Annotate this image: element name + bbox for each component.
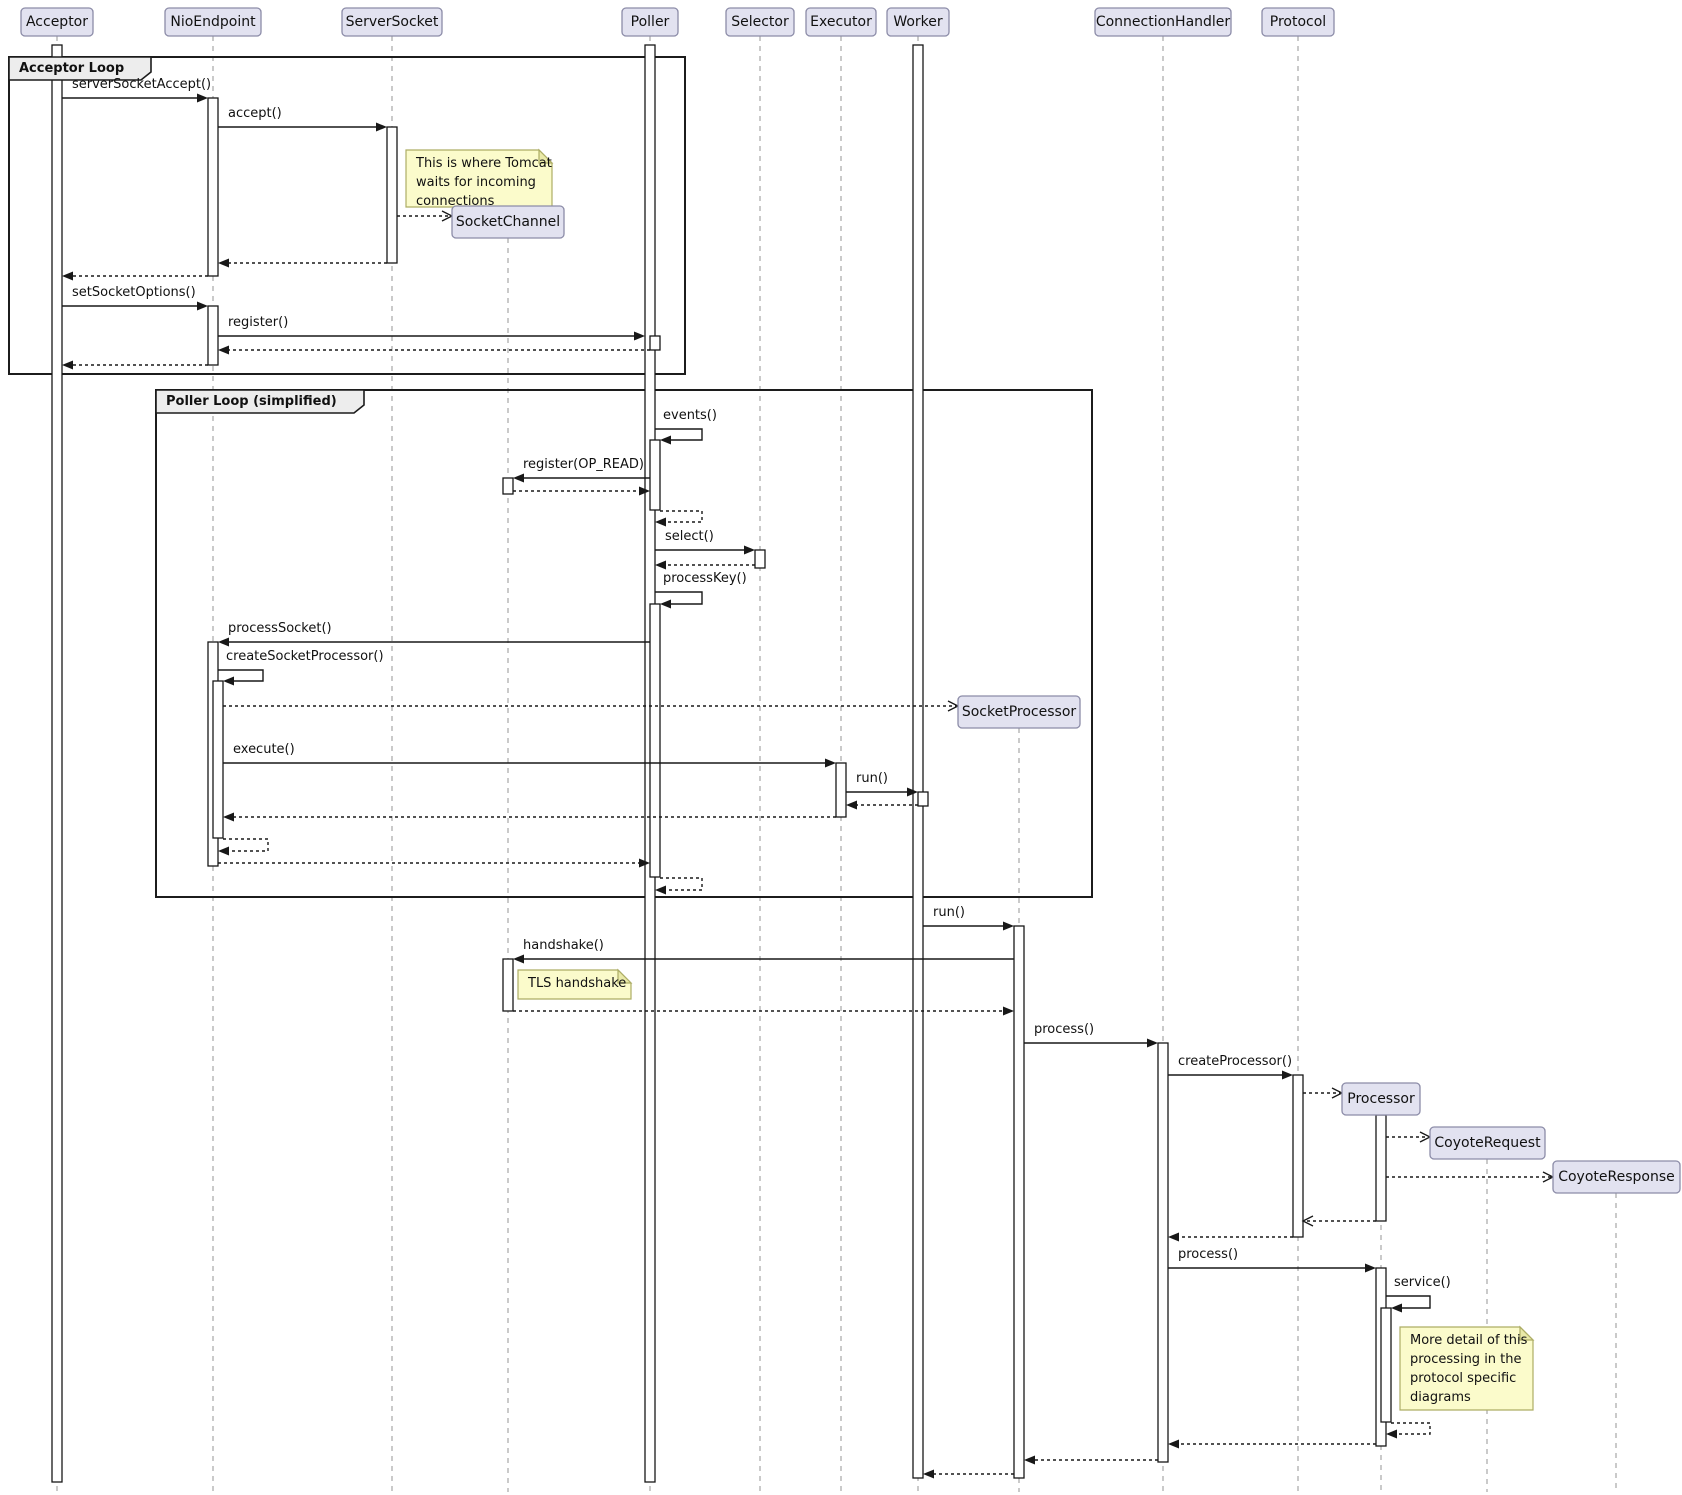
- participant-box: [1095, 8, 1231, 36]
- message-line-self: [218, 670, 263, 681]
- arrowhead: [376, 123, 387, 132]
- arrowhead: [218, 259, 229, 268]
- message-line-self: [660, 878, 702, 890]
- activation-bar: [650, 440, 660, 510]
- arrowhead: [660, 600, 671, 609]
- arrowhead: [1391, 1304, 1402, 1313]
- arrowhead: [223, 677, 234, 686]
- arrowhead: [1024, 1456, 1035, 1465]
- note-box: [406, 150, 552, 207]
- arrowhead: [660, 436, 671, 445]
- created-object-box: [1342, 1083, 1420, 1115]
- activation-bar: [1376, 1115, 1386, 1221]
- arrowhead: [218, 847, 229, 856]
- activation-bar: [52, 45, 62, 1482]
- arrowhead: [923, 1470, 934, 1479]
- message-line-self: [655, 592, 702, 604]
- sequence-diagram: Acceptor LoopPoller Loop (simplified)ser…: [0, 0, 1682, 1495]
- arrowhead: [1365, 1264, 1376, 1273]
- activation-bar: [387, 127, 397, 263]
- activation-bar: [913, 45, 923, 1478]
- participant-box: [342, 8, 442, 36]
- arrowhead: [825, 759, 836, 768]
- participant-box: [1262, 8, 1334, 36]
- arrowhead: [655, 561, 666, 570]
- frame-border: [9, 57, 685, 374]
- activation-bar: [1381, 1308, 1391, 1422]
- activation-bar: [503, 959, 513, 1011]
- arrowhead: [1168, 1440, 1179, 1449]
- created-object-box: [958, 696, 1080, 728]
- frame-tab: [156, 390, 364, 413]
- arrowhead: [1003, 922, 1014, 931]
- activation-bar: [755, 550, 765, 568]
- created-object-box: [452, 206, 564, 238]
- message-line-self: [655, 429, 702, 440]
- activation-bar: [1158, 1043, 1168, 1462]
- frame-tab: [9, 57, 151, 80]
- participant-box: [21, 8, 93, 36]
- created-object-box: [1430, 1127, 1545, 1159]
- message-line-self: [223, 839, 268, 851]
- arrowhead: [655, 886, 666, 895]
- frame-border: [156, 390, 1092, 897]
- participant-box: [165, 8, 261, 36]
- activation-bar: [208, 306, 218, 365]
- arrowhead: [744, 546, 755, 555]
- arrowhead: [846, 801, 857, 810]
- note-fold: [1520, 1327, 1533, 1340]
- activation-bar: [208, 98, 218, 276]
- message-line-self: [1386, 1296, 1430, 1308]
- arrowhead: [223, 813, 234, 822]
- arrowhead: [1168, 1233, 1179, 1242]
- activation-bar: [650, 604, 660, 877]
- arrowhead: [218, 638, 229, 647]
- arrowhead: [62, 361, 73, 370]
- activation-bar: [836, 763, 846, 817]
- arrowhead: [513, 474, 524, 483]
- message-line-self: [660, 511, 702, 522]
- arrowhead: [1386, 1430, 1397, 1439]
- note-fold: [618, 970, 631, 983]
- arrowhead: [197, 94, 208, 103]
- activation-bar: [1014, 926, 1024, 1478]
- activation-bar: [918, 792, 928, 806]
- note-box: [518, 970, 631, 999]
- arrowhead: [1282, 1071, 1293, 1080]
- participant-box: [622, 8, 678, 36]
- created-object-box: [1553, 1161, 1680, 1193]
- activation-bar: [650, 336, 660, 350]
- arrowhead: [1147, 1039, 1158, 1048]
- participant-box: [887, 8, 949, 36]
- arrowhead: [197, 302, 208, 311]
- participant-box: [806, 8, 876, 36]
- participant-box: [726, 8, 794, 36]
- note-fold: [539, 150, 552, 163]
- activation-bar: [503, 478, 513, 494]
- arrowhead: [1003, 1007, 1014, 1016]
- activation-bar: [213, 681, 223, 838]
- arrowhead: [634, 332, 645, 341]
- note-box: [1400, 1327, 1533, 1410]
- diagram-canvas: [0, 0, 1682, 1495]
- arrowhead: [218, 346, 229, 355]
- arrowhead: [62, 272, 73, 281]
- arrowhead: [655, 518, 666, 527]
- activation-bar: [1293, 1075, 1303, 1237]
- arrowhead: [513, 955, 524, 964]
